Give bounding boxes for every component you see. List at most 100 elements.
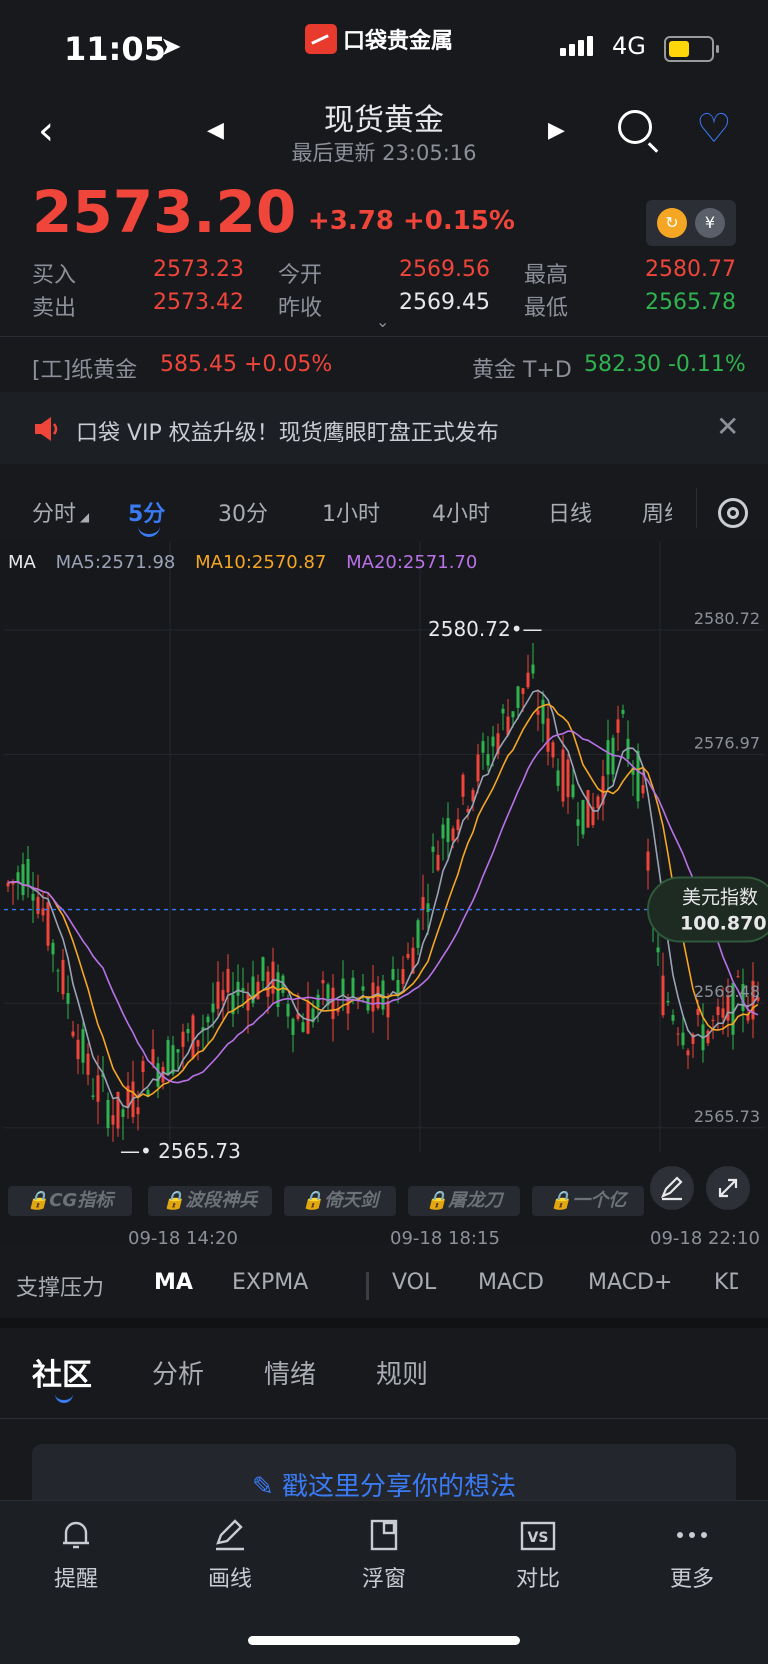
candle-body: [91, 1095, 95, 1097]
nav-alert[interactable]: 提醒: [26, 1515, 126, 1593]
notice-banner[interactable]: 口袋 VIP 权益升级！现货鹰眼盯盘正式发布 ✕: [0, 392, 768, 464]
candle-body: [676, 1033, 680, 1035]
y-tick-label: 2576.97: [694, 733, 760, 752]
status-bar: 11:05 ➤ 口袋贵金属 4G: [0, 0, 768, 100]
candle-body: [106, 1099, 110, 1129]
tab-4hour[interactable]: 4小时: [432, 496, 490, 528]
candle-body: [511, 711, 515, 718]
candle-body: [211, 1003, 215, 1013]
locked-indicator-tulong[interactable]: 🔒屠龙刀: [408, 1186, 520, 1216]
chart-area[interactable]: 2580.72 2576.97 2569.48 2565.73 2580.72•— —• …: [0, 542, 768, 1242]
candle-body: [176, 1049, 180, 1053]
refresh-icon[interactable]: ↻: [657, 208, 687, 238]
locked-indicator-boduan[interactable]: 🔒波段神兵: [148, 1186, 272, 1216]
brand-logo: 口袋贵金属: [305, 22, 453, 56]
page-title: 现货黄金: [324, 103, 444, 138]
candle-body: [361, 986, 365, 991]
candle-body: [666, 1000, 670, 1003]
last-updated: 最后更新 23:05:16: [291, 141, 477, 165]
tab-5min[interactable]: 5分: [128, 496, 165, 528]
nav-compare[interactable]: VS 对比: [488, 1515, 588, 1593]
candle-body: [656, 947, 660, 953]
candle-body: [576, 819, 580, 826]
candle-body: [351, 977, 355, 997]
nav-label: 画线: [207, 1567, 252, 1592]
divider: [0, 1418, 768, 1419]
tab-fenshi[interactable]: 分时 ◢: [32, 496, 89, 528]
candle-body: [711, 1019, 715, 1021]
candle-body: [616, 719, 620, 733]
reference-label: 美元指数: [682, 887, 758, 909]
max-price-label: 2580.72•—: [428, 617, 543, 641]
next-instrument-button[interactable]: ▶: [548, 118, 565, 143]
expand-chevron-icon[interactable]: ⌄: [376, 312, 389, 331]
tab-sentiment[interactable]: 情绪: [264, 1354, 316, 1391]
nav-more[interactable]: 更多: [642, 1515, 742, 1593]
candle-body: [536, 710, 540, 715]
favorite-heart-icon[interactable]: ♡: [696, 106, 732, 152]
candle-body: [121, 1109, 125, 1117]
candle-body: [26, 859, 30, 887]
ind-ma[interactable]: MA: [154, 1270, 193, 1295]
candle-body: [206, 1016, 210, 1023]
candle-body: [426, 903, 430, 913]
min-price-label: —• 2565.73: [120, 1139, 241, 1163]
tab-rules[interactable]: 规则: [376, 1354, 428, 1391]
ask-value: 2573.42: [153, 290, 244, 315]
candle-body: [51, 942, 55, 955]
close-icon[interactable]: ✕: [716, 410, 739, 443]
locked-indicator-yigeyi[interactable]: 🔒一个亿: [532, 1186, 644, 1216]
ma5-line: [7, 689, 759, 1109]
paper-gold-name[interactable]: [工]纸黄金: [32, 352, 137, 384]
candle-body: [216, 981, 220, 1009]
locked-indicator-yitian[interactable]: 🔒倚天剑: [284, 1186, 396, 1216]
candle-body: [571, 784, 575, 798]
candle-body: [76, 1039, 80, 1060]
nav-draw-line[interactable]: 画线: [180, 1515, 280, 1593]
candle-body: [226, 968, 230, 993]
tab-weekly[interactable]: 周线: [642, 496, 672, 528]
tab-daily[interactable]: 日线: [548, 496, 592, 528]
candle-body: [61, 959, 65, 995]
candle-body: [596, 796, 600, 809]
ind-expma[interactable]: EXPMA: [232, 1270, 308, 1295]
gold-td-name[interactable]: 黄金 T+D: [472, 352, 572, 384]
tab-1hour[interactable]: 1小时: [322, 496, 380, 528]
signal-icon: [560, 36, 593, 56]
candle-body: [151, 1049, 155, 1065]
battery-icon: [664, 36, 719, 62]
tab-analysis[interactable]: 分析: [152, 1354, 204, 1391]
candle-body: [166, 1040, 170, 1075]
ind-kd[interactable]: KD: [714, 1270, 738, 1295]
settings-gear-icon[interactable]: [718, 498, 748, 528]
network-type: 4G: [612, 32, 646, 60]
nav-float-window[interactable]: 浮窗: [334, 1515, 434, 1593]
candle-body: [621, 709, 625, 714]
candle-body: [66, 993, 70, 1004]
x-tick-label: 09-18 18:15: [390, 1228, 500, 1249]
home-indicator: [248, 1636, 520, 1645]
currency-icon[interactable]: ¥: [695, 208, 725, 238]
y-tick-label: 2569.48: [694, 982, 760, 1001]
candlestick-chart[interactable]: 2580.72 2576.97 2569.48 2565.73 2580.72•— —• …: [0, 542, 768, 1242]
draw-pen-button[interactable]: [650, 1166, 694, 1210]
search-icon[interactable]: [618, 110, 652, 144]
ma5-value: MA5:2571.98: [55, 552, 176, 573]
candle-body: [501, 708, 505, 714]
locked-indicator-cg[interactable]: 🔒CG指标: [8, 1186, 132, 1216]
tab-community[interactable]: 社区: [32, 1350, 92, 1394]
ask-label: 卖出: [32, 296, 77, 321]
ma10-line: [7, 703, 759, 1099]
candle-body: [16, 872, 20, 882]
ind-vol[interactable]: VOL: [392, 1270, 436, 1295]
candle-body: [476, 754, 480, 782]
candle-body: [421, 897, 425, 910]
tab-30min[interactable]: 30分: [218, 496, 268, 528]
ind-support-resistance[interactable]: 支撑压力: [16, 1270, 104, 1302]
ind-macd[interactable]: MACD: [478, 1270, 544, 1295]
ind-macd-plus[interactable]: MACD+: [588, 1270, 672, 1295]
candle-body: [221, 989, 225, 1001]
ma20-value: MA20:2571.70: [346, 552, 478, 573]
fullscreen-button[interactable]: [706, 1166, 750, 1210]
candle-body: [446, 818, 450, 843]
